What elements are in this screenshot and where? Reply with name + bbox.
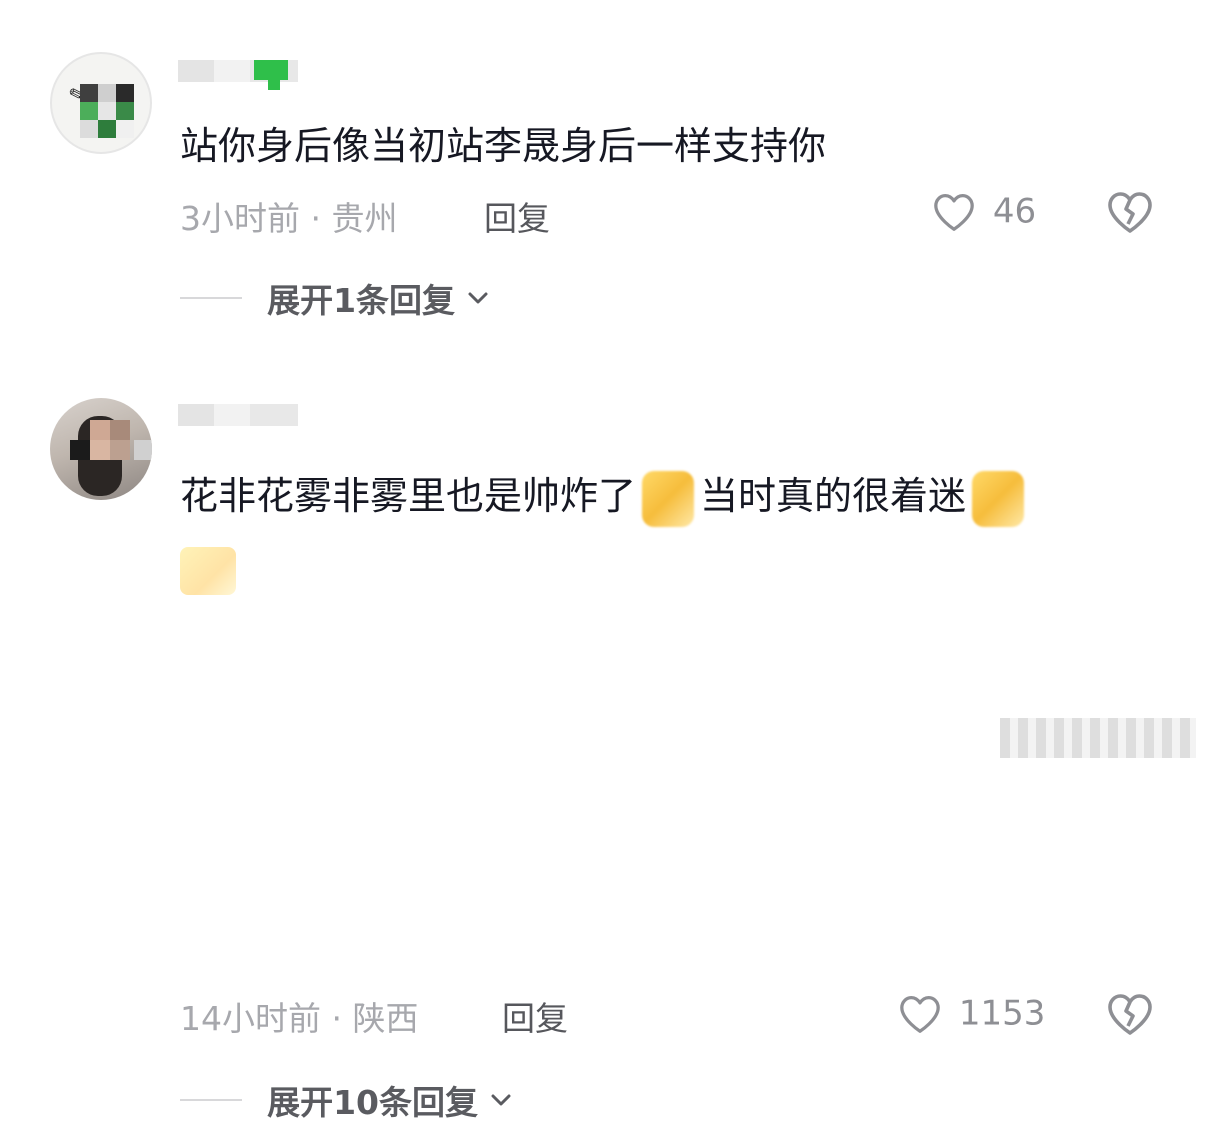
- emoji-icon: [972, 470, 1025, 527]
- username-blurred[interactable]: [178, 404, 298, 426]
- expand-divider-line: [180, 1099, 242, 1101]
- heart-outline-icon: [900, 995, 940, 1033]
- comment-text-body: 站你身后像当初站李晟身后一样支持你: [180, 124, 827, 168]
- comment-location: 贵州: [331, 199, 398, 238]
- meta-separator: ·: [310, 199, 322, 238]
- chevron-down-icon: [468, 292, 488, 304]
- level-badge-icon: [254, 60, 288, 90]
- comment-item: 花非花雾非雾里也是帅炸了 当时真的很着迷 14小时前 · 陕西 回复 1153 展…: [0, 380, 1206, 1122]
- comment-item: ✎ 站你身后像当初站李晟身后一样支持你 3小时前 · 贵州 回复 46 展开1条…: [0, 0, 1206, 360]
- like-button[interactable]: 46: [932, 190, 1036, 232]
- comment-text: 站你身后像当初站李晟身后一样支持你: [180, 110, 1160, 182]
- like-count: 1153: [958, 993, 1046, 1034]
- comment-text-part1: 花非花雾非雾里也是帅炸了: [180, 474, 637, 518]
- like-count: 46: [992, 191, 1037, 232]
- emoji-icon: [642, 470, 695, 527]
- expand-replies-label: 展开10条回复: [267, 1083, 479, 1122]
- expand-replies-button[interactable]: 展开10条回复: [180, 1076, 513, 1124]
- broken-heart-icon[interactable]: [1106, 992, 1154, 1036]
- expand-replies-button[interactable]: 展开1条回复: [180, 274, 490, 322]
- avatar[interactable]: ✎: [50, 52, 152, 154]
- heart-outline-icon: [934, 193, 974, 231]
- reply-button[interactable]: 回复: [502, 992, 568, 1040]
- broken-heart-icon[interactable]: [1106, 190, 1154, 234]
- like-button[interactable]: 1153: [898, 992, 1045, 1034]
- comment-meta: 14小时前 · 陕西: [180, 992, 419, 1040]
- expand-replies-label: 展开1条回复: [267, 281, 456, 320]
- comment-location: 陕西: [352, 999, 419, 1038]
- watermark-blurred: [1000, 718, 1196, 758]
- avatar[interactable]: [50, 398, 152, 500]
- comment-meta: 3小时前 · 贵州: [180, 192, 398, 240]
- meta-separator: ·: [331, 999, 343, 1038]
- reply-button[interactable]: 回复: [484, 192, 550, 240]
- comment-text: 花非花雾非雾里也是帅炸了 当时真的很着迷: [180, 460, 1160, 604]
- avatar-image: [70, 416, 152, 496]
- comment-time: 14小时前: [180, 999, 321, 1038]
- expand-divider-line: [180, 297, 242, 299]
- chevron-down-icon: [491, 1094, 511, 1106]
- comment-text-part2: 当时真的很着迷: [700, 474, 967, 518]
- emoji-icon: [180, 546, 236, 595]
- comment-time: 3小时前: [180, 199, 300, 238]
- avatar-image: ✎: [66, 81, 134, 138]
